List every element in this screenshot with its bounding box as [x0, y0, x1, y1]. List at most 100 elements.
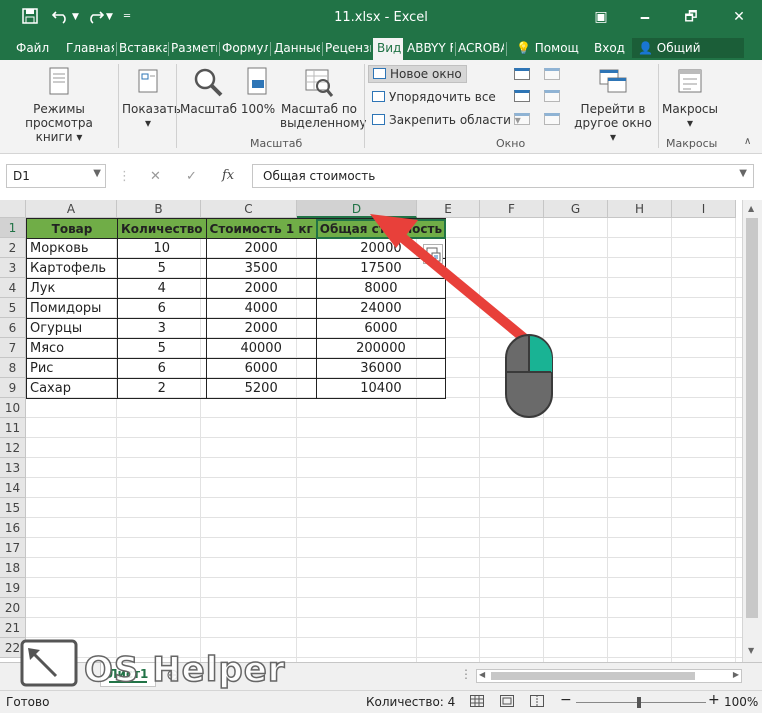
row-header-5[interactable]: 5 — [0, 298, 26, 318]
worksheet-grid[interactable]: ABCDEFGHI 1 2 3 4 5 6 7 8 9 10 11 12 13 14 15 16 17 18 19 2… — [0, 200, 762, 662]
header-cell[interactable]: Общая стоимость — [315, 218, 447, 239]
column-header-c[interactable]: C — [201, 200, 297, 218]
tab-view[interactable]: Вид — [373, 38, 403, 60]
row-header-14[interactable]: 14 — [0, 478, 26, 498]
table-cell[interactable]: 4000 — [205, 298, 317, 319]
table-cell[interactable]: 5 — [117, 258, 207, 279]
expand-formula-bar-icon[interactable]: ▼ — [739, 168, 747, 179]
row-header-19[interactable]: 19 — [0, 578, 26, 598]
table-cell[interactable]: 10400 — [315, 378, 447, 399]
vertical-scrollbar[interactable]: ▲ ▼ — [742, 200, 762, 662]
column-header-i[interactable]: I — [672, 200, 736, 218]
table-cell[interactable]: 2000 — [205, 278, 317, 299]
row-header-1[interactable]: 1 — [0, 218, 26, 238]
table-cell[interactable]: 24000 — [315, 298, 447, 319]
scroll-left-icon[interactable]: ◀ — [479, 670, 485, 679]
row-header-21[interactable]: 21 — [0, 618, 26, 638]
tell-me[interactable]: 💡 Помощ — [516, 40, 584, 60]
row-header-12[interactable]: 12 — [0, 438, 26, 458]
sign-in-link[interactable]: Вход — [594, 40, 628, 60]
show-button[interactable]: Показать ▾ — [122, 66, 181, 130]
zoom-button[interactable]: Масштаб — [180, 66, 237, 116]
horizontal-scrollbar[interactable]: ◀ ▶ — [476, 669, 742, 683]
zoom-slider[interactable] — [576, 702, 706, 703]
column-header-g[interactable]: G — [544, 200, 608, 218]
table-cell[interactable]: Помидоры — [26, 298, 118, 319]
select-all-corner[interactable] — [0, 200, 26, 218]
status-zoom[interactable]: 100% — [724, 695, 758, 709]
column-header-f[interactable]: F — [480, 200, 544, 218]
tab-insert[interactable]: Вставка — [119, 40, 167, 60]
row-header-4[interactable]: 4 — [0, 278, 26, 298]
freeze-panes-button[interactable]: Закрепить области ▾ — [372, 113, 521, 127]
table-cell[interactable]: Мясо — [26, 338, 118, 359]
row-header-22[interactable]: 22 — [0, 638, 26, 658]
row-header-7[interactable]: 7 — [0, 338, 26, 358]
row-header-16[interactable]: 16 — [0, 518, 26, 538]
zoom-in-icon[interactable]: + — [708, 692, 720, 708]
table-cell[interactable]: 5 — [117, 338, 207, 359]
tab-review[interactable]: Рецензи — [325, 40, 371, 60]
tab-page-layout[interactable]: Разметк — [171, 40, 217, 60]
vertical-scroll-thumb[interactable] — [746, 218, 758, 618]
ribbon-display-icon[interactable]: ▣ — [584, 4, 618, 30]
switch-windows-button[interactable]: Перейти в другое окно ▾ — [572, 66, 654, 144]
table-cell[interactable]: 40000 — [205, 338, 317, 359]
row-header-13[interactable]: 13 — [0, 458, 26, 478]
page-break-view-icon[interactable] — [530, 695, 544, 710]
row-header-2[interactable]: 2 — [0, 238, 26, 258]
quick-analysis-icon[interactable] — [423, 244, 443, 264]
arrange-all-button[interactable]: Упорядочить все — [372, 90, 496, 104]
row-header-17[interactable]: 17 — [0, 538, 26, 558]
insert-function-icon[interactable]: fx — [222, 168, 234, 183]
scroll-up-icon[interactable]: ▲ — [748, 204, 754, 213]
maximize-button[interactable]: 🗗 — [674, 4, 708, 30]
zoom-out-icon[interactable]: − — [560, 692, 572, 708]
table-cell[interactable]: 10 — [117, 238, 207, 259]
normal-view-icon[interactable] — [470, 695, 484, 710]
unhide-window-icon[interactable] — [514, 113, 530, 125]
column-header-a[interactable]: A — [26, 200, 117, 218]
header-cell[interactable]: Количество — [117, 218, 207, 239]
synchronous-scrolling-icon[interactable] — [544, 90, 560, 102]
table-cell[interactable]: Рис — [26, 358, 118, 379]
tab-file[interactable]: Файл — [16, 40, 50, 60]
column-header-h[interactable]: H — [608, 200, 672, 218]
table-cell[interactable]: 8000 — [315, 278, 447, 299]
view-side-by-side-icon[interactable] — [544, 68, 560, 80]
table-cell[interactable]: 3500 — [205, 258, 317, 279]
row-header-18[interactable]: 18 — [0, 558, 26, 578]
table-cell[interactable]: 4 — [117, 278, 207, 299]
column-header-d[interactable]: D — [297, 200, 417, 218]
table-cell[interactable]: 6000 — [205, 358, 317, 379]
hide-window-icon[interactable] — [514, 90, 530, 102]
header-cell[interactable]: Стоимость 1 кг — [205, 218, 317, 239]
table-cell[interactable]: Сахар — [26, 378, 118, 399]
cancel-icon[interactable]: ✕ — [150, 169, 161, 184]
scroll-down-icon[interactable]: ▼ — [748, 646, 754, 655]
split-icon[interactable] — [514, 68, 530, 80]
formula-input[interactable]: Общая стоимость ▼ — [252, 164, 754, 188]
table-cell[interactable]: 200000 — [315, 338, 447, 359]
table-cell[interactable]: Картофель — [26, 258, 118, 279]
name-box-dropdown-icon[interactable]: ▼ — [93, 168, 101, 179]
enter-icon[interactable]: ✓ — [186, 169, 197, 184]
zoom-100-button[interactable]: 100% — [238, 66, 278, 116]
tab-abbyy[interactable]: ABBYY F — [407, 40, 453, 60]
table-cell[interactable]: 6 — [117, 358, 207, 379]
table-cell[interactable]: 2000 — [205, 318, 317, 339]
tab-formulas[interactable]: Формул — [222, 40, 268, 60]
macros-button[interactable]: Макросы ▾ — [660, 66, 720, 130]
table-cell[interactable]: 2 — [117, 378, 207, 399]
table-cell[interactable]: Морковь — [26, 238, 118, 259]
close-button[interactable]: ✕ — [722, 4, 756, 30]
zoom-slider-handle[interactable] — [637, 697, 641, 708]
name-box[interactable]: D1 ▼ — [6, 164, 106, 188]
table-cell[interactable]: 5200 — [205, 378, 317, 399]
row-header-8[interactable]: 8 — [0, 358, 26, 378]
row-header-6[interactable]: 6 — [0, 318, 26, 338]
scroll-right-icon[interactable]: ▶ — [733, 670, 739, 679]
table-cell[interactable]: 6000 — [315, 318, 447, 339]
horizontal-scroll-thumb[interactable] — [491, 672, 695, 680]
tab-acrobat[interactable]: ACROBA — [458, 40, 504, 60]
